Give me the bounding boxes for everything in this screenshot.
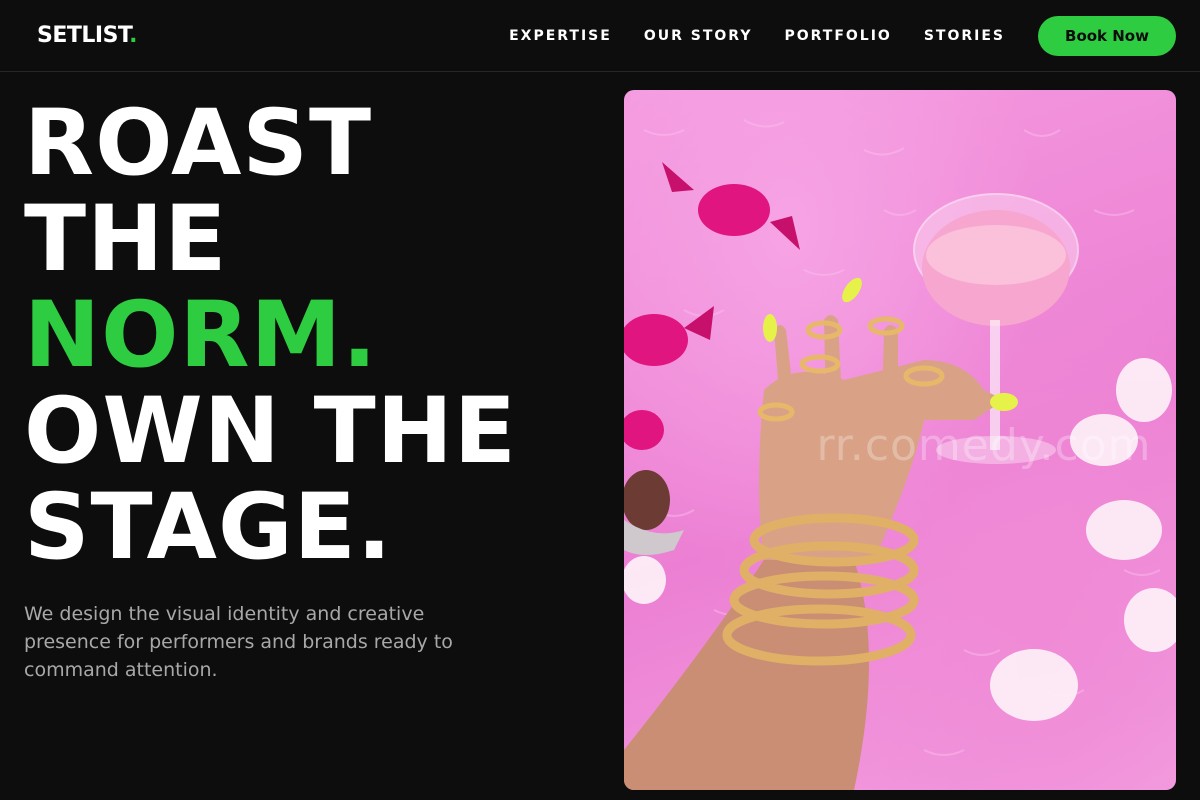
- headline-line-4: OWN THE: [24, 379, 517, 484]
- image-watermark: rr.comedy.com: [816, 420, 1152, 471]
- book-now-button[interactable]: Book Now: [1038, 15, 1176, 56]
- headline-line-2: THE: [24, 187, 228, 292]
- candy-wrapper-1: [662, 162, 800, 250]
- headline-line-accent: NORM.: [24, 283, 378, 388]
- nav-link-expertise[interactable]: EXPERTISE: [509, 28, 612, 44]
- brand-name: SETLIST: [37, 23, 130, 48]
- main-nav: EXPERTISE OUR STORY PORTFOLIO STORIES Bo…: [509, 15, 1176, 56]
- top-navbar: SETLIST. EXPERTISE OUR STORY PORTFOLIO S…: [0, 0, 1200, 72]
- nav-link-our-story[interactable]: OUR STORY: [644, 28, 753, 44]
- hero-headline: ROAST THE NORM. OWN THE STAGE.: [24, 96, 517, 576]
- nav-link-stories[interactable]: STORIES: [924, 28, 1005, 44]
- brand-logo[interactable]: SETLIST.: [37, 23, 137, 48]
- brand-dot: .: [129, 23, 137, 48]
- hero-photo: rr.comedy.com: [624, 90, 1176, 790]
- nav-link-portfolio[interactable]: PORTFOLIO: [784, 28, 891, 44]
- hero-subtitle: We design the visual identity and creati…: [24, 603, 453, 681]
- headline-line-5: STAGE.: [24, 475, 393, 580]
- headline-line-1: ROAST: [24, 91, 373, 196]
